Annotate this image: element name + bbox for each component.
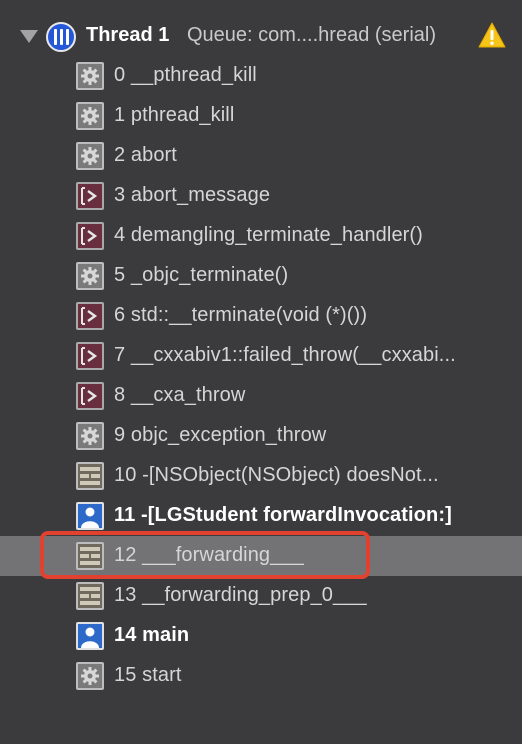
thread-queue-label: Queue: com....hread (serial) (187, 24, 436, 46)
thread-icon (46, 22, 76, 52)
stack-frame-label: 11 -[LGStudent forwardInvocation:] (114, 504, 452, 526)
stack-frame[interactable]: 1 pthread_kill (0, 96, 522, 136)
stack-frame[interactable]: 5 _objc_terminate() (0, 256, 522, 296)
warning-icon[interactable] (478, 22, 506, 48)
stack-frame-label: 9 objc_exception_throw (114, 424, 327, 446)
stack-frame[interactable]: 15 start (0, 656, 522, 696)
framework-icon (76, 582, 104, 610)
terminal-icon (76, 342, 104, 370)
stack-frame-label: 3 abort_message (114, 184, 271, 206)
gear-icon (76, 62, 104, 90)
stack-frame[interactable]: 10 -[NSObject(NSObject) doesNot... (0, 456, 522, 496)
stack-frame-label: 13 __forwarding_prep_0___ (114, 584, 367, 606)
stack-frame[interactable]: 9 objc_exception_throw (0, 416, 522, 456)
stack-frame-label: 2 abort (114, 144, 177, 166)
stack-frame-label: 1 pthread_kill (114, 104, 235, 126)
stack-frame[interactable]: 6 std::__terminate(void (*)()) (0, 296, 522, 336)
annotation-highlight-box (40, 531, 370, 579)
stack-frame[interactable]: 0 __pthread_kill (0, 56, 522, 96)
stack-frame[interactable]: 4 demangling_terminate_handler() (0, 216, 522, 256)
stack-frame-label: 4 demangling_terminate_handler() (114, 224, 423, 246)
stack-frame[interactable]: 11 -[LGStudent forwardInvocation:] (0, 496, 522, 536)
disclosure-triangle-icon[interactable] (20, 30, 38, 43)
stack-frame-label: 5 _objc_terminate() (114, 264, 289, 286)
terminal-icon (76, 302, 104, 330)
user-code-icon (76, 502, 104, 530)
stack-frame-label: 8 __cxa_throw (114, 384, 246, 406)
stack-frame[interactable]: 7 __cxxabiv1::failed_throw(__cxxabi... (0, 336, 522, 376)
framework-icon (76, 462, 104, 490)
thread-row[interactable]: Thread 1 Queue: com....hread (serial) (0, 16, 522, 56)
stack-frame[interactable]: 14 main (0, 616, 522, 656)
gear-icon (76, 662, 104, 690)
gear-icon (76, 422, 104, 450)
stack-frame-label: 10 -[NSObject(NSObject) doesNot... (114, 464, 439, 486)
terminal-icon (76, 382, 104, 410)
debug-navigator: Thread 1 Queue: com....hread (serial) 0 … (0, 0, 522, 744)
thread-title: Thread 1 (86, 24, 170, 46)
user-code-icon (76, 622, 104, 650)
stack-frame-label: 15 start (114, 664, 182, 686)
stack-frame[interactable]: 3 abort_message (0, 176, 522, 216)
gear-icon (76, 262, 104, 290)
stack-frame[interactable]: 13 __forwarding_prep_0___ (0, 576, 522, 616)
gear-icon (76, 142, 104, 170)
stack-frame[interactable]: 8 __cxa_throw (0, 376, 522, 416)
stack-frame-label: 6 std::__terminate(void (*)()) (114, 304, 368, 326)
stack-frame-label: 7 __cxxabiv1::failed_throw(__cxxabi... (114, 344, 456, 366)
stack-frame-label: 0 __pthread_kill (114, 64, 257, 86)
terminal-icon (76, 222, 104, 250)
gear-icon (76, 102, 104, 130)
stack-frame-label: 14 main (114, 624, 190, 646)
stack-frame[interactable]: 2 abort (0, 136, 522, 176)
terminal-icon (76, 182, 104, 210)
